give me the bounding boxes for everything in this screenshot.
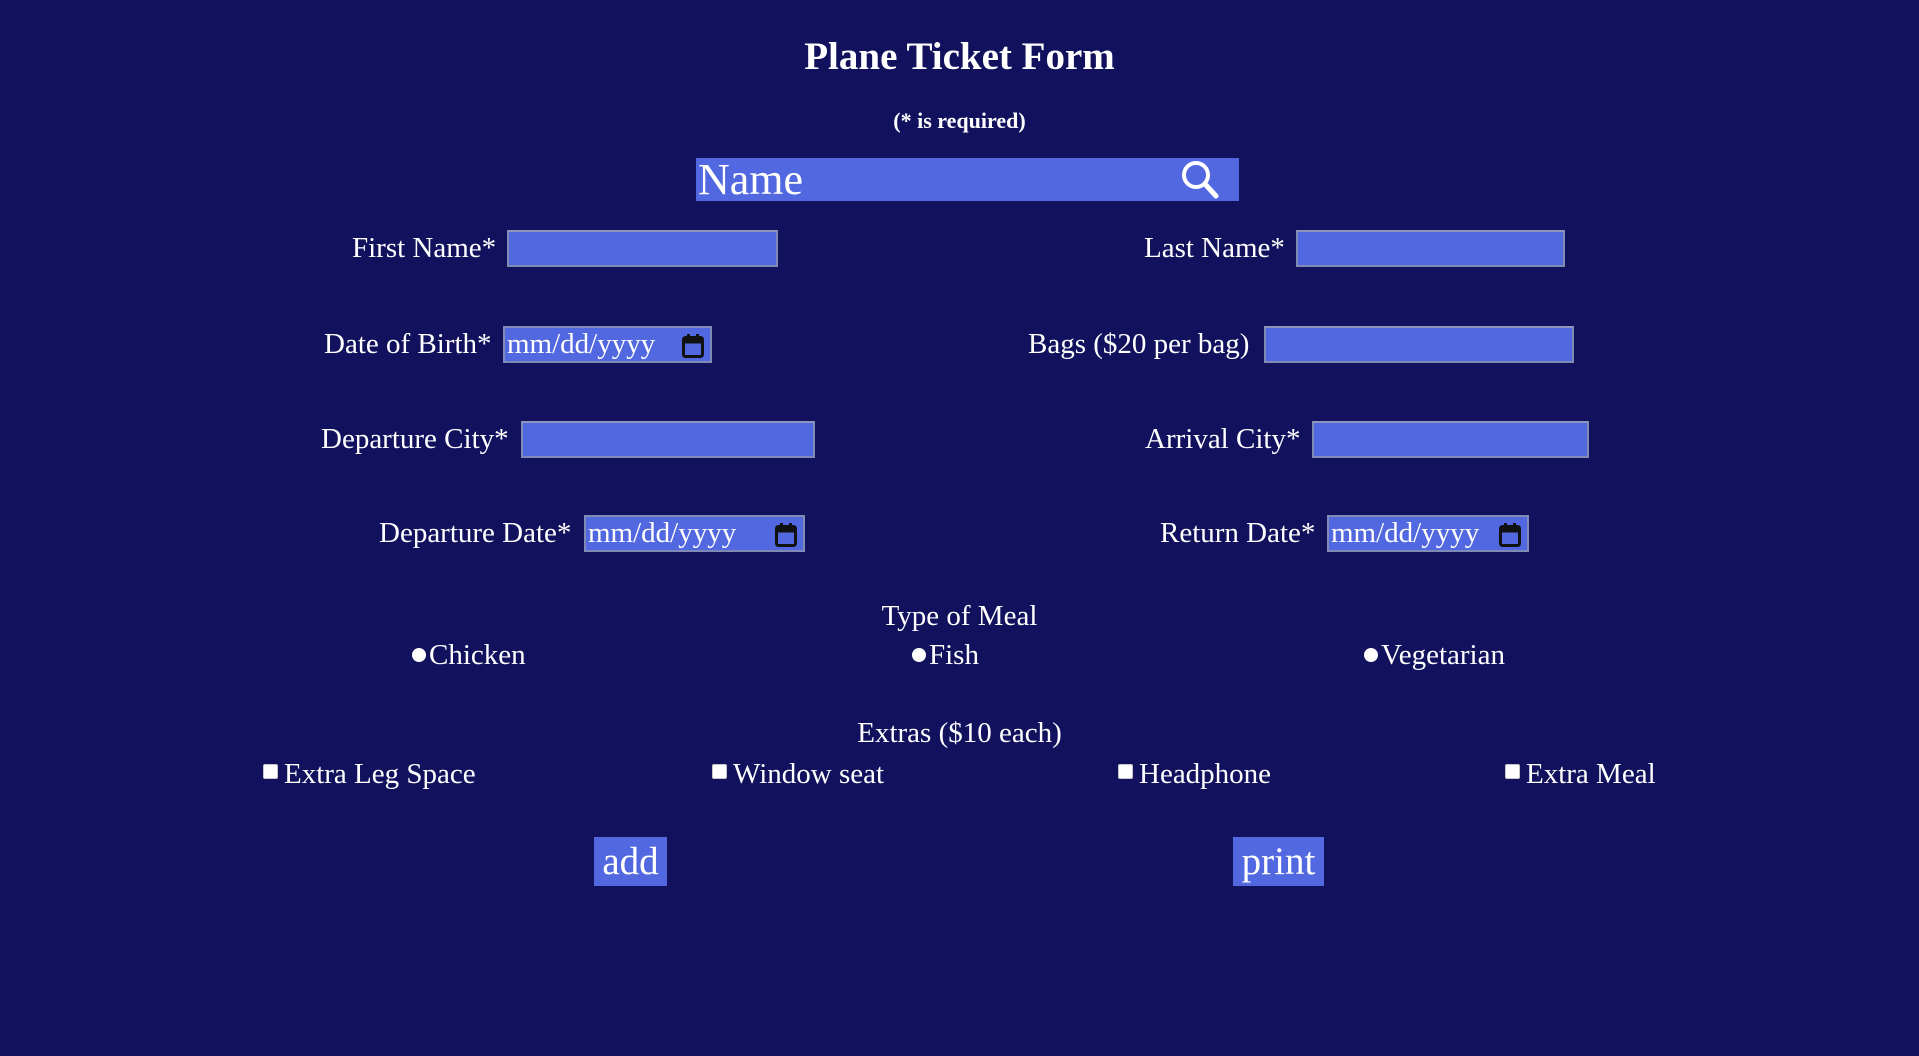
arrival-city-label: Arrival City* xyxy=(1145,423,1301,455)
calendar-icon[interactable] xyxy=(682,333,704,358)
bags-label: Bags ($20 per bag) xyxy=(1028,328,1250,360)
departure-date-field[interactable]: mm/dd/yyyy xyxy=(584,515,805,552)
radio-button[interactable] xyxy=(912,648,926,663)
bags-field[interactable] xyxy=(1264,326,1574,363)
departure-city-label: Departure City* xyxy=(321,423,509,455)
meal-option-fish[interactable]: Fish xyxy=(912,638,979,672)
search-input[interactable] xyxy=(696,158,1166,201)
search-button[interactable] xyxy=(1174,158,1234,201)
add-button[interactable]: add xyxy=(594,837,667,886)
return-date-placeholder: mm/dd/yyyy xyxy=(1331,517,1480,549)
print-button[interactable]: print xyxy=(1233,837,1324,886)
extra-option-extra-meal[interactable]: Extra Meal xyxy=(1505,757,1656,791)
required-note: (* is required) xyxy=(893,108,1026,133)
last-name-label: Last Name* xyxy=(1144,232,1285,264)
plane-ticket-form-page: Plane Ticket Form (* is required) First … xyxy=(0,0,1919,1056)
return-date-label: Return Date* xyxy=(1160,517,1316,549)
extra-option-label: Extra Leg Space xyxy=(284,758,476,790)
radio-button[interactable] xyxy=(412,648,426,663)
return-date-field[interactable]: mm/dd/yyyy xyxy=(1327,515,1529,552)
extra-option-label: Extra Meal xyxy=(1526,758,1656,790)
checkbox[interactable] xyxy=(1118,763,1133,779)
first-name-field[interactable] xyxy=(507,230,778,267)
extra-option-headphone[interactable]: Headphone xyxy=(1118,757,1271,791)
calendar-icon[interactable] xyxy=(1499,522,1521,547)
arrival-city-field[interactable] xyxy=(1312,421,1589,458)
date-of-birth-label: Date of Birth* xyxy=(324,328,492,360)
meal-option-chicken[interactable]: Chicken xyxy=(412,638,526,672)
departure-date-placeholder: mm/dd/yyyy xyxy=(588,517,737,549)
radio-button[interactable] xyxy=(1364,648,1378,663)
meal-option-label: Chicken xyxy=(429,639,526,671)
meal-option-label: Fish xyxy=(929,639,979,671)
page-title: Plane Ticket Form xyxy=(804,35,1115,78)
extra-option-label: Window seat xyxy=(733,758,885,790)
first-name-label: First Name* xyxy=(352,232,497,264)
extra-option-leg-space[interactable]: Extra Leg Space xyxy=(263,757,476,791)
extras-section-title: Extras ($10 each) xyxy=(857,717,1062,749)
departure-date-label: Departure Date* xyxy=(379,517,572,549)
date-of-birth-field[interactable]: mm/dd/yyyy xyxy=(503,326,712,363)
extra-option-window-seat[interactable]: Window seat xyxy=(712,757,884,791)
calendar-icon[interactable] xyxy=(775,522,797,547)
meal-section-title: Type of Meal xyxy=(881,600,1038,632)
meal-option-vegetarian[interactable]: Vegetarian xyxy=(1364,638,1505,672)
checkbox[interactable] xyxy=(263,763,278,779)
search-bar xyxy=(696,158,1239,201)
meal-option-label: Vegetarian xyxy=(1381,639,1505,671)
last-name-field[interactable] xyxy=(1296,230,1565,267)
checkbox[interactable] xyxy=(712,763,727,779)
departure-city-field[interactable] xyxy=(521,421,815,458)
search-icon xyxy=(1174,161,1234,204)
checkbox[interactable] xyxy=(1505,763,1520,779)
extra-option-label: Headphone xyxy=(1139,758,1272,790)
date-of-birth-placeholder: mm/dd/yyyy xyxy=(507,328,656,360)
